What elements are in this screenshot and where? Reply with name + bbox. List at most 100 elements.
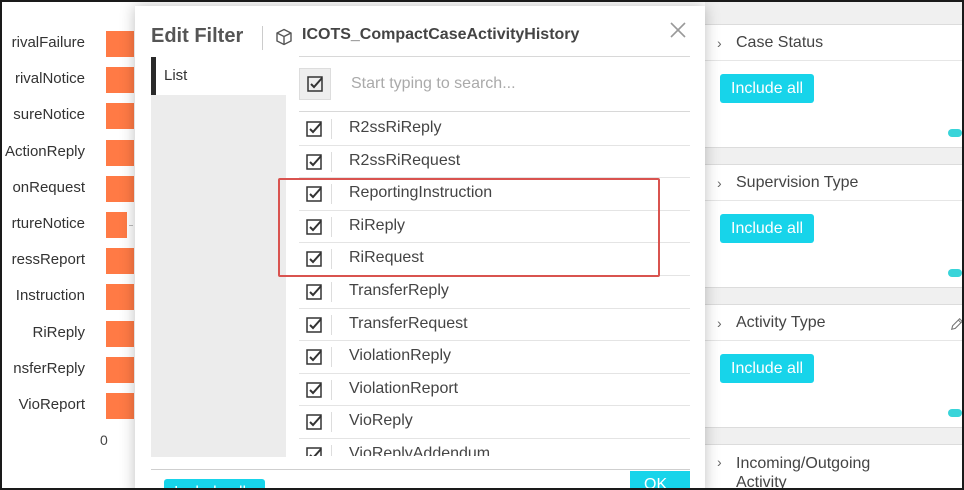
include-all-button[interactable]: Include all bbox=[720, 354, 815, 383]
pencil-icon[interactable] bbox=[950, 317, 964, 331]
filter-section-case-status: › Case Status Include all bbox=[705, 24, 962, 148]
chart-bar[interactable] bbox=[106, 103, 134, 130]
chevron-right-icon: › bbox=[717, 174, 722, 191]
close-icon[interactable] bbox=[668, 20, 688, 40]
highlight-annotation-box bbox=[278, 178, 660, 277]
chart-category-label: rivalNotice bbox=[14, 70, 85, 88]
chart-category-label: onRequest bbox=[12, 178, 85, 196]
list-item-label: ViolationReport bbox=[349, 379, 459, 397]
chart-bar[interactable] bbox=[106, 67, 134, 94]
chart-bar[interactable] bbox=[106, 284, 134, 311]
filter-section-title: Activity Type bbox=[736, 313, 826, 331]
list-item-label: VioReply bbox=[349, 412, 413, 430]
chart-bar[interactable] bbox=[106, 320, 134, 347]
chart-axis-tick-label: 0 bbox=[100, 432, 108, 448]
checkbox-checked-icon[interactable] bbox=[306, 153, 322, 170]
chart-category-label: ActionReply bbox=[4, 142, 85, 160]
chart-category-label: ressReport bbox=[11, 251, 85, 269]
screen-frame: rivalFailure rivalNotice sureNotice ActionR… bbox=[0, 0, 964, 490]
filter-mode-pane: List bbox=[151, 57, 286, 457]
list-item[interactable]: R2ssRiReply bbox=[299, 113, 690, 146]
chart-bar[interactable] bbox=[106, 175, 134, 202]
list-item[interactable]: ViolationReply bbox=[299, 341, 690, 374]
checkbox-checked-icon[interactable] bbox=[306, 382, 322, 398]
divider bbox=[151, 469, 690, 470]
divider bbox=[299, 56, 690, 57]
chevron-right-icon: › bbox=[717, 454, 722, 470]
list-item-label: TransferRequest bbox=[349, 314, 468, 332]
chart-category-label: rtureNotice bbox=[11, 215, 85, 232]
filter-section-header[interactable]: › Supervision Type bbox=[705, 165, 962, 201]
chart-bar[interactable] bbox=[106, 139, 134, 166]
include-all-button[interactable]: Include all bbox=[720, 214, 815, 243]
filter-section-header[interactable]: › Case Status bbox=[705, 25, 962, 61]
list-item[interactable]: VioReplyAddendum bbox=[299, 439, 690, 456]
chart-category-label: sureNotice bbox=[13, 106, 85, 124]
item-separator bbox=[331, 314, 332, 335]
chevron-right-icon: › bbox=[717, 34, 722, 51]
filter-section-activity-type: › Activity Type Include all bbox=[705, 304, 964, 428]
item-separator bbox=[331, 119, 332, 139]
list-item-label: R2ssRiRequest bbox=[349, 151, 461, 169]
filter-section-header[interactable]: › Incoming/Outgoing Activity bbox=[705, 445, 962, 490]
checkbox-checked-icon[interactable] bbox=[306, 414, 322, 431]
ok-button[interactable]: OK bbox=[630, 471, 690, 488]
chart-tick bbox=[129, 225, 133, 226]
include-all-button[interactable]: Include all bbox=[720, 74, 815, 103]
list-item-label: R2ssRiReply bbox=[349, 119, 442, 136]
chart-category-label: VioReport bbox=[18, 396, 85, 413]
dialog-title: Edit Filter bbox=[151, 25, 244, 47]
edit-filter-dialog: Edit Filter ICOTS_CompactCaseActivityHis… bbox=[135, 6, 705, 488]
checkbox-checked-icon[interactable] bbox=[306, 447, 322, 456]
list-item[interactable]: VioReply bbox=[299, 406, 690, 439]
chevron-right-icon: › bbox=[717, 314, 722, 331]
filter-section-incoming-outgoing: › Incoming/Outgoing Activity bbox=[705, 444, 962, 490]
list-item-label: TransferReply bbox=[349, 281, 449, 299]
chart-bar[interactable] bbox=[106, 248, 134, 275]
filter-section-header[interactable]: › Activity Type bbox=[705, 305, 962, 341]
search-input[interactable] bbox=[351, 70, 681, 98]
checkbox-checked-icon bbox=[307, 76, 323, 92]
search-row bbox=[299, 64, 690, 112]
chart-category-label: nsferReply bbox=[13, 359, 85, 377]
filter-value-list: R2ssRiReply R2ssRiRequest ReportingInstruc… bbox=[299, 113, 690, 456]
list-item[interactable]: TransferReply bbox=[299, 276, 690, 309]
select-all-checkbox[interactable] bbox=[299, 68, 331, 100]
item-separator bbox=[331, 412, 332, 433]
item-separator bbox=[331, 379, 332, 400]
checkbox-checked-icon[interactable] bbox=[306, 316, 322, 333]
title-divider bbox=[262, 26, 263, 50]
chart-category-label: rivalFailure bbox=[11, 34, 85, 51]
filter-side-panel: › Case Status Include all › Supervision … bbox=[705, 2, 964, 490]
item-separator bbox=[331, 151, 332, 172]
include-all-button[interactable]: Include all bbox=[164, 479, 265, 488]
chart-category-label: Instruction bbox=[15, 287, 85, 305]
list-item[interactable]: ViolationReport bbox=[299, 374, 690, 407]
chart-bar[interactable] bbox=[106, 212, 128, 238]
toggle-indicator[interactable] bbox=[948, 129, 962, 137]
checkbox-checked-icon[interactable] bbox=[306, 284, 322, 300]
chart-bar[interactable] bbox=[106, 393, 134, 419]
toggle-indicator[interactable] bbox=[948, 269, 962, 277]
chart-bar[interactable] bbox=[106, 356, 134, 383]
filter-section-title: Supervision Type bbox=[736, 173, 859, 191]
checkbox-checked-icon[interactable] bbox=[306, 121, 322, 137]
filter-section-title: Case Status bbox=[736, 33, 824, 51]
item-separator bbox=[331, 281, 332, 302]
cube-icon bbox=[276, 28, 292, 46]
chart-bar[interactable] bbox=[106, 31, 134, 57]
list-item-label: VioReplyAddendum bbox=[349, 444, 491, 456]
toggle-indicator[interactable] bbox=[948, 409, 962, 417]
background-bar-chart: rivalFailure rivalNotice sureNotice ActionR… bbox=[2, 2, 137, 488]
checkbox-checked-icon[interactable] bbox=[306, 349, 322, 365]
filter-section-title: Incoming/Outgoing Activity bbox=[736, 455, 871, 490]
tab-list[interactable]: List bbox=[151, 57, 286, 95]
item-separator bbox=[331, 444, 332, 456]
list-item-label: ViolationReply bbox=[349, 347, 451, 365]
item-separator bbox=[331, 347, 332, 368]
filter-section-supervision-type: › Supervision Type Include all bbox=[705, 164, 962, 288]
list-item[interactable]: TransferRequest bbox=[299, 309, 690, 342]
list-item[interactable]: R2ssRiRequest bbox=[299, 146, 690, 179]
chart-category-label: RiReply bbox=[32, 323, 85, 341]
dataset-name: ICOTS_CompactCaseActivityHistory bbox=[302, 26, 580, 43]
